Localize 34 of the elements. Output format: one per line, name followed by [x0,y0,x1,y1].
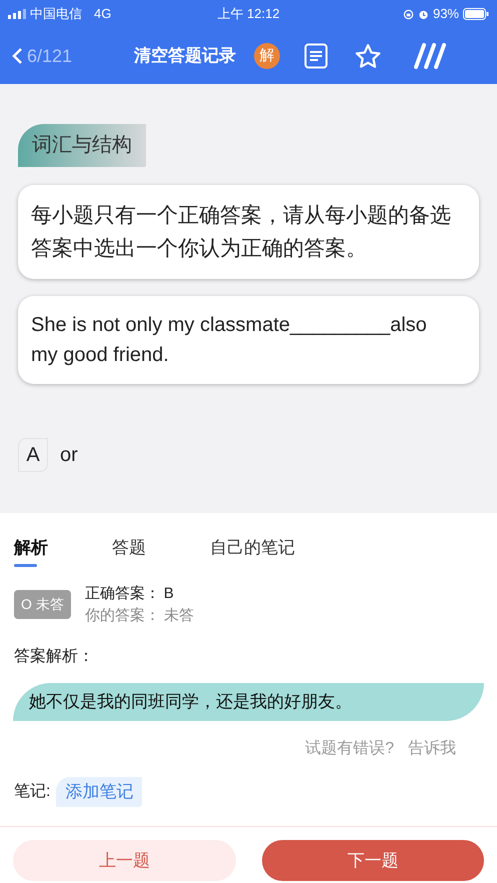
your-answer: 未答 [164,607,194,624]
analysis-text: 她不仅是我的同班同学，还是我的好朋友。 [13,683,484,721]
question-counter: 6/121 [27,44,72,68]
instruction-text: 每小题只有一个正确答案，请从每小题的备选答案中选出一个你认为正确的答案。 [18,185,479,279]
star-icon[interactable] [354,42,382,70]
your-answer-label: 你的答案： [84,607,160,624]
question-text: She is not only my classmate_________also my good friend. [18,296,479,384]
notes-icon[interactable] [304,43,328,69]
section-tag: 词汇与结构 [18,124,146,167]
clear-record-link[interactable]: 清空答题记录 [134,43,236,69]
option-text[interactable]: or [60,440,78,470]
correct-answer-label: 正确答案： [84,585,160,602]
report-question: 试题有错误? [305,738,394,759]
notes-label: 笔记: [14,782,50,802]
clock: 上午 12:12 [217,6,280,22]
previous-button[interactable]: 上一题 [13,840,236,881]
back-icon [12,47,23,65]
battery-icon [463,8,489,20]
report-link[interactable]: 告诉我 [408,737,456,761]
tab[interactable]: 自己的笔记 [210,533,330,563]
battery-percent: 93% [432,5,459,24]
add-note-button[interactable]: 添加笔记 [56,777,142,807]
carrier-name: 中国电信 [30,5,82,24]
correct-answer: B [164,585,174,602]
back-button[interactable]: 6/121 [12,42,72,70]
unanswered-badge: O 未答 [14,590,71,619]
tab[interactable]: 答题 [112,533,210,563]
network-type: 4G [94,5,112,24]
option-letter[interactable]: A [18,438,48,472]
alarm-icon [418,8,429,20]
explain-badge[interactable]: 解 [254,43,280,69]
next-button[interactable]: 下一题 [262,840,484,881]
analysis-label: 答案解析： [13,646,95,667]
signal-icon [8,9,26,19]
